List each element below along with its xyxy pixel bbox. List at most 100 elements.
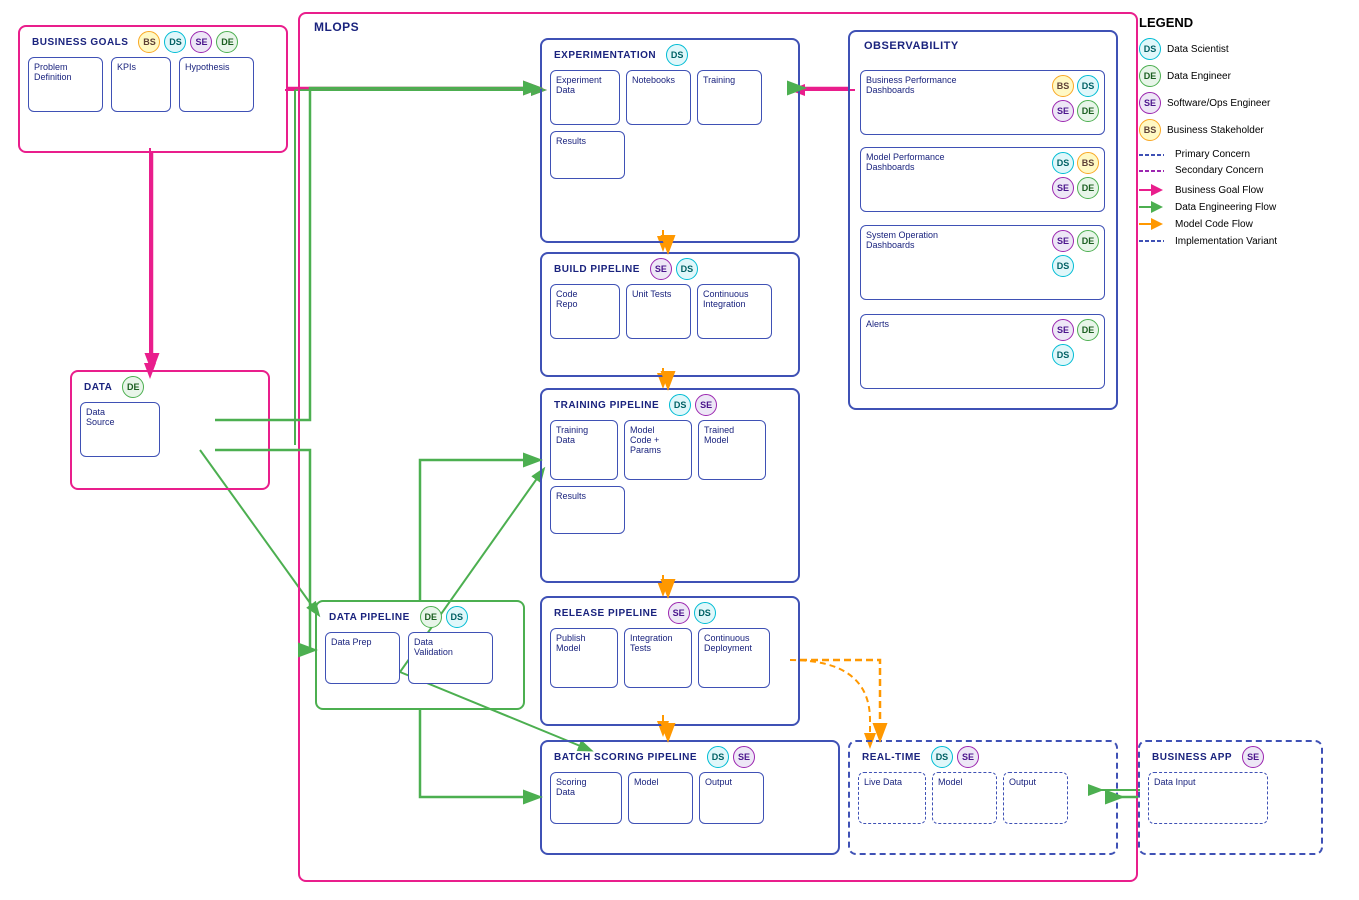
unit-tests-box: Unit Tests bbox=[626, 284, 691, 339]
output-box-rt: Output bbox=[1003, 772, 1068, 824]
exp-title: EXPERIMENTATION bbox=[548, 46, 662, 65]
data-source-box: DataSource bbox=[80, 402, 160, 457]
batch-scoring-box: BATCH SCORING PIPELINE DS SE ScoringData… bbox=[540, 740, 840, 855]
hypothesis-box: Hypothesis bbox=[179, 57, 254, 112]
experiment-data-box: ExperimentData bbox=[550, 70, 620, 125]
data-validation-box: DataValidation bbox=[408, 632, 493, 684]
output-box-bs: Output bbox=[699, 772, 764, 824]
real-time-box: REAL-TIME DS SE Live Data Model Output bbox=[848, 740, 1118, 855]
ci-box: ContinuousIntegration bbox=[697, 284, 772, 339]
legend-secondary-label: Secondary Concern bbox=[1175, 165, 1263, 176]
business-app-box: BUSINESS APP SE Data Input bbox=[1138, 740, 1323, 855]
batch-title: BATCH SCORING PIPELINE bbox=[548, 748, 703, 767]
training-data-box: TrainingData bbox=[550, 420, 618, 480]
badge-BS: BS bbox=[138, 31, 160, 53]
legend-de: DE Data Engineer bbox=[1139, 65, 1349, 87]
bpd-badge-DE: DE bbox=[1077, 100, 1099, 122]
badge-DS: DS bbox=[164, 31, 186, 53]
legend-bs: BS Business Stakeholder bbox=[1139, 119, 1349, 141]
legend-ds-label: Data Scientist bbox=[1167, 44, 1229, 55]
training-pipeline-box: TRAINING PIPELINE DS SE TrainingData Mod… bbox=[540, 388, 800, 583]
tp-badge-DS: DS bbox=[669, 394, 691, 416]
training-pipeline-title: TRAINING PIPELINE bbox=[548, 396, 665, 415]
model-box-rt: Model bbox=[932, 772, 997, 824]
rp-badge-SE: SE bbox=[668, 602, 690, 624]
experimentation-box: EXPERIMENTATION DS ExperimentData Notebo… bbox=[540, 38, 800, 243]
scoring-data-box: ScoringData bbox=[550, 772, 622, 824]
business-perf-dash: Business PerformanceDashboards BS DS SE … bbox=[860, 70, 1105, 135]
legend-data-flow-label: Data Engineering Flow bbox=[1175, 202, 1276, 213]
build-pipeline-box: BUILD PIPELINE SE DS CodeRepo Unit Tests… bbox=[540, 252, 800, 377]
results-box-tp: Results bbox=[550, 486, 625, 534]
build-badge-DS: DS bbox=[676, 258, 698, 280]
alerts-badge-DS: DS bbox=[1052, 344, 1074, 366]
model-box-bs: Model bbox=[628, 772, 693, 824]
dp-badge-DE: DE bbox=[420, 606, 442, 628]
legend-bs-label: Business Stakeholder bbox=[1167, 125, 1264, 136]
trained-model-box: TrainedModel bbox=[698, 420, 766, 480]
business-app-title: BUSINESS APP bbox=[1146, 748, 1238, 767]
data-input-box: Data Input bbox=[1148, 772, 1268, 824]
observability-box: OBSERVABILITY Business PerformanceDashbo… bbox=[848, 30, 1118, 410]
legend-business-goal-flow: Business Goal Flow bbox=[1139, 184, 1349, 196]
badge-SE: SE bbox=[190, 31, 212, 53]
rt-badge-DS: DS bbox=[931, 746, 953, 768]
legend-se-label: Software/Ops Engineer bbox=[1167, 98, 1270, 109]
live-data-box: Live Data bbox=[858, 772, 926, 824]
model-perf-dash: Model PerformanceDashboards DS BS SE DE bbox=[860, 147, 1105, 212]
kpis-box: KPIs bbox=[111, 57, 171, 112]
release-title: RELEASE PIPELINE bbox=[548, 604, 664, 623]
mpd-badge-DE: DE bbox=[1077, 177, 1099, 199]
notebooks-box: Notebooks bbox=[626, 70, 691, 125]
bs-badge-DS: DS bbox=[707, 746, 729, 768]
rp-badge-DS: DS bbox=[694, 602, 716, 624]
data-box: DATA DE DataSource bbox=[70, 370, 270, 490]
sod-badge-DS: DS bbox=[1052, 255, 1074, 277]
legend-secondary-concern: Secondary Concern bbox=[1139, 165, 1349, 176]
badge-DE: DE bbox=[216, 31, 238, 53]
sod-badge-DE: DE bbox=[1077, 230, 1099, 252]
build-badge-SE: SE bbox=[650, 258, 672, 280]
training-box: Training bbox=[697, 70, 762, 125]
legend-badge-DE: DE bbox=[1139, 65, 1161, 87]
bpd-badge-DS: DS bbox=[1077, 75, 1099, 97]
bs-badge-SE: SE bbox=[733, 746, 755, 768]
build-title: BUILD PIPELINE bbox=[548, 260, 646, 279]
observability-title: OBSERVABILITY bbox=[858, 36, 965, 56]
legend-badge-DS: DS bbox=[1139, 38, 1161, 60]
model-code-params-box: ModelCode +Params bbox=[624, 420, 692, 480]
legend-model-flow-label: Model Code Flow bbox=[1175, 219, 1253, 230]
legend-se: SE Software/Ops Engineer bbox=[1139, 92, 1349, 114]
publish-model-box: PublishModel bbox=[550, 628, 618, 688]
alerts-badge-DE: DE bbox=[1077, 319, 1099, 341]
business-goals-title: BUSINESS GOALS bbox=[26, 33, 134, 52]
legend-model-code-flow: Model Code Flow bbox=[1139, 218, 1349, 230]
exp-badge-DS: DS bbox=[666, 44, 688, 66]
alerts-box: Alerts SE DE DS bbox=[860, 314, 1105, 389]
integration-tests-box: IntegrationTests bbox=[624, 628, 692, 688]
data-pipeline-title: DATA PIPELINE bbox=[323, 608, 416, 627]
legend-ds: DS Data Scientist bbox=[1139, 38, 1349, 60]
mlops-title: MLOPS bbox=[308, 16, 365, 38]
ba-badge-SE: SE bbox=[1242, 746, 1264, 768]
bpd-badge-BS: BS bbox=[1052, 75, 1074, 97]
legend-impl-label: Implementation Variant bbox=[1175, 236, 1277, 247]
alerts-badge-SE: SE bbox=[1052, 319, 1074, 341]
business-goals-box: BUSINESS GOALS BS DS SE DE ProblemDefini… bbox=[18, 25, 288, 153]
data-pipeline-box: DATA PIPELINE DE DS Data Prep DataValida… bbox=[315, 600, 525, 710]
legend: LEGEND DS Data Scientist DE Data Enginee… bbox=[1139, 15, 1349, 252]
code-repo-box: CodeRepo bbox=[550, 284, 620, 339]
mpd-badge-DS: DS bbox=[1052, 152, 1074, 174]
legend-badge-BS: BS bbox=[1139, 119, 1161, 141]
data-title: DATA bbox=[78, 378, 118, 397]
legend-primary-concern: Primary Concern bbox=[1139, 149, 1349, 160]
legend-business-flow-label: Business Goal Flow bbox=[1175, 185, 1263, 196]
legend-data-eng-flow: Data Engineering Flow bbox=[1139, 201, 1349, 213]
tp-badge-SE: SE bbox=[695, 394, 717, 416]
data-prep-box: Data Prep bbox=[325, 632, 400, 684]
legend-de-label: Data Engineer bbox=[1167, 71, 1231, 82]
dp-badge-DS: DS bbox=[446, 606, 468, 628]
legend-badge-SE: SE bbox=[1139, 92, 1161, 114]
sod-badge-SE: SE bbox=[1052, 230, 1074, 252]
legend-title: LEGEND bbox=[1139, 15, 1349, 30]
